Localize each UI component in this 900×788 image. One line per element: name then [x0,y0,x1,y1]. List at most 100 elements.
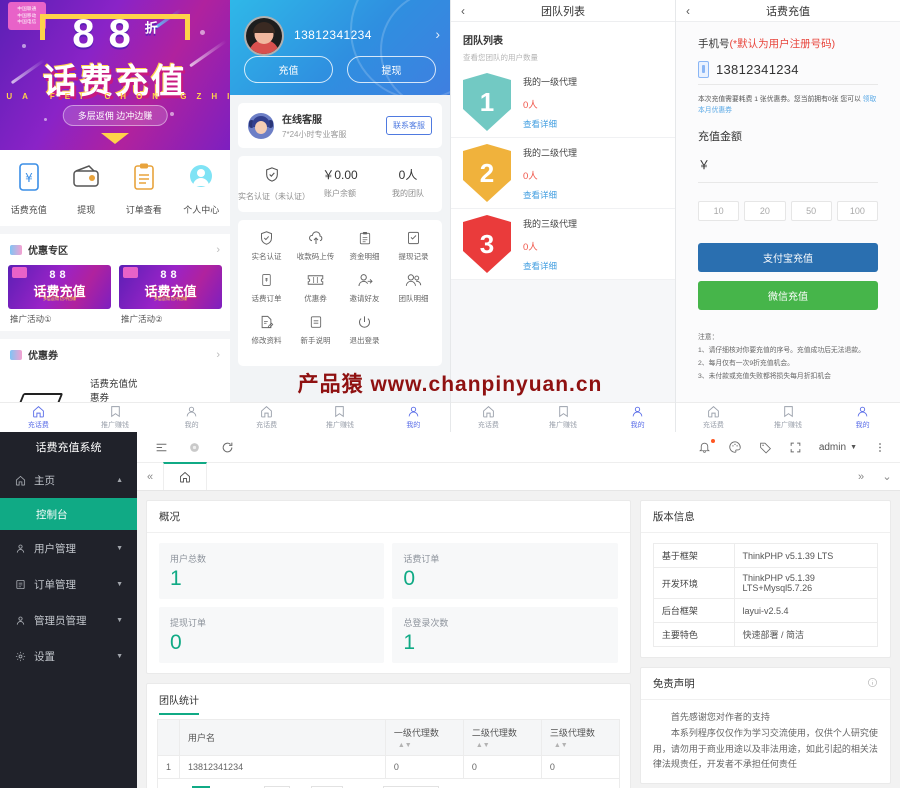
chevron-right-icon[interactable]: › [216,349,220,361]
chevron-right-icon[interactable]: › [216,244,220,256]
disclaimer-card: 免责声明 首先感谢您对作者的支持 本系列程序仅仅作为学习交流使用，仅供个人研究使… [639,667,891,784]
menu-item-guide[interactable]: 新手说明 [291,314,340,346]
col-level3[interactable]: 三级代理数▲▼ [540,719,620,757]
admin-content: admin ▼ « » ⌄ 概况 用户总数 1 话费订单 0 提现订单 0 总登… [137,432,900,788]
tabbar-item-mine[interactable]: 我的 [377,403,450,432]
admin-user-menu[interactable]: admin ▼ [819,442,857,453]
menu-item-withdraw-log[interactable]: 提现记录 [389,230,438,262]
menu-item-upload-qr[interactable]: 收款码上传 [291,230,340,262]
amount-chip-100[interactable]: 100 [836,201,878,222]
menu-item-phone-orders[interactable]: 话费订单 [242,272,291,304]
tab-team-stats[interactable]: 团队统计 [159,692,199,716]
sort-icon[interactable]: ▲▼ [398,742,412,749]
team-level-row: 3 我的三级代理 0人 查看详细 [451,209,675,280]
amount-chip-10[interactable]: 10 [698,201,740,222]
menu-item-team-detail[interactable]: 团队明细 [389,272,438,304]
team-level-detail-link[interactable]: 查看详细 [523,189,577,201]
promo-section-icon [10,244,22,255]
chevrons-left-icon[interactable]: « [137,463,163,490]
team-level-detail-link[interactable]: 查看详细 [523,118,577,130]
banner-subtitle: 多层返佣 边冲边赚 [62,105,168,126]
chevrons-right-icon[interactable]: » [848,463,874,490]
tabbar-item-mine[interactable]: 我的 [600,403,675,432]
tabbar-item-mine[interactable]: 我的 [153,403,230,432]
refresh-icon[interactable] [221,441,234,454]
contact-service-button[interactable]: 联系客服 [386,116,432,135]
fullscreen-icon[interactable] [789,441,802,454]
palette-icon[interactable] [728,440,742,454]
menu-item-fund-detail[interactable]: 资金明细 [340,230,389,262]
tabbar-item-promote[interactable]: 推广赚钱 [751,403,826,432]
tab-home[interactable] [163,462,207,490]
menu-item-edit-profile[interactable]: 修改资料 [242,314,291,346]
promo-card[interactable]: 88 话费充值 多层返佣 边冲边赚 推广活动② [119,265,222,325]
amount-chip-20[interactable]: 20 [744,201,786,222]
wechat-recharge-button[interactable]: 微信充值 [698,281,878,311]
table-row[interactable]: 1 13812341234 0 0 0 [156,755,620,780]
more-vertical-icon[interactable] [874,441,886,454]
tabbar-label: 我的 [630,422,645,429]
tabbar-item-mine[interactable]: 我的 [825,403,900,432]
menu-label: 优惠券 [304,294,327,303]
withdraw-button[interactable]: 提现 [347,56,436,83]
chevron-right-icon[interactable]: › [435,26,440,42]
col-level1[interactable]: 一级代理数▲▼ [384,719,464,757]
sidebar-item-home[interactable]: 主页 ▲ [0,462,137,498]
amount-input-row[interactable]: ￥ [698,150,878,184]
menu-label: 修改资料 [251,336,282,345]
chevron-left-icon[interactable]: ‹ [461,4,465,18]
menu-item-logout[interactable]: 退出登录 [340,314,389,346]
phone-input-row[interactable]: 13812341234 [698,61,878,85]
sidebar-item-settings[interactable]: 设置 ▼ [0,638,137,674]
ticket-icon [307,275,324,285]
sidebar-item-user-management[interactable]: 用户管理 ▼ [0,530,137,566]
avatar[interactable] [244,16,284,56]
sort-icon[interactable]: ▲▼ [554,742,568,749]
tabbar-item-recharge[interactable]: 充话费 [0,403,77,432]
stat-verification[interactable]: 实名认证（未认证） [238,166,310,202]
menu-fold-icon[interactable] [155,441,168,454]
quick-nav-item-orders[interactable]: 订单查看 [115,162,173,216]
tabbar-item-recharge[interactable]: 充话费 [676,403,751,432]
quick-nav-item-withdraw[interactable]: 提现 [58,162,116,216]
menu-item-invite[interactable]: 邀请好友 [340,272,389,304]
theme-icon[interactable] [188,441,201,454]
recharge-button[interactable]: 充值 [244,56,333,83]
version-value: layui-v2.5.4 [733,598,879,623]
tabbar-item-promote[interactable]: 推广赚钱 [303,403,376,432]
quick-nav-item-recharge[interactable]: ¥ 话费充值 [0,162,58,216]
tabbar-label: 充话费 [702,422,724,429]
tabbar-item-promote[interactable]: 推广赚钱 [526,403,601,432]
checklist-icon [408,231,419,245]
stat-balance[interactable]: ￥0.00 账户余额 [306,166,374,202]
menu-item-coupons[interactable]: 优惠券 [291,272,340,304]
tabbar-label: 我的 [406,422,421,429]
chevron-down-icon[interactable]: ⌄ [874,463,900,490]
chevron-left-icon[interactable]: ‹ [686,4,690,18]
sidebar-item-order-management[interactable]: 订单管理 ▼ [0,566,137,602]
team-level-detail-link[interactable]: 查看详细 [523,260,577,272]
cell-username[interactable]: 13812341234 [179,755,386,780]
promo-card[interactable]: 88 话费充值 多层返佣 边冲边赚 推广活动① [8,265,111,325]
sidebar-item-admin-management[interactable]: 管理员管理 ▼ [0,602,137,638]
team-level-count: 0人 [523,241,538,253]
quick-nav-item-profile[interactable]: 个人中心 [173,162,231,216]
tabbar-item-promote[interactable]: 推广赚钱 [77,403,154,432]
sidebar-item-label: 订单管理 [34,578,76,591]
mobile-tabbar-4: 充话费 推广赚钱 我的 [676,402,900,432]
col-level2[interactable]: 二级代理数▲▼ [462,719,542,757]
alipay-recharge-button[interactable]: 支付宝充值 [698,243,878,273]
bell-icon[interactable] [698,438,715,454]
info-icon[interactable] [867,677,878,691]
tag-icon[interactable] [759,441,772,454]
amount-chip-50[interactable]: 50 [790,201,832,222]
sort-icon[interactable]: ▲▼ [476,742,490,749]
tabbar-item-recharge[interactable]: 充话费 [451,403,526,432]
menu-item-verify[interactable]: 实名认证 [242,230,291,262]
menu-label: 资金明细 [349,252,380,261]
sidebar-item-label: 管理员管理 [34,614,87,627]
stat-team[interactable]: 0人 我的团队 [374,166,442,202]
sidebar-item-dashboard[interactable]: 控制台 [0,498,137,530]
banner-discount-unit: 折 [144,20,158,36]
tabbar-item-recharge[interactable]: 充话费 [230,403,303,432]
